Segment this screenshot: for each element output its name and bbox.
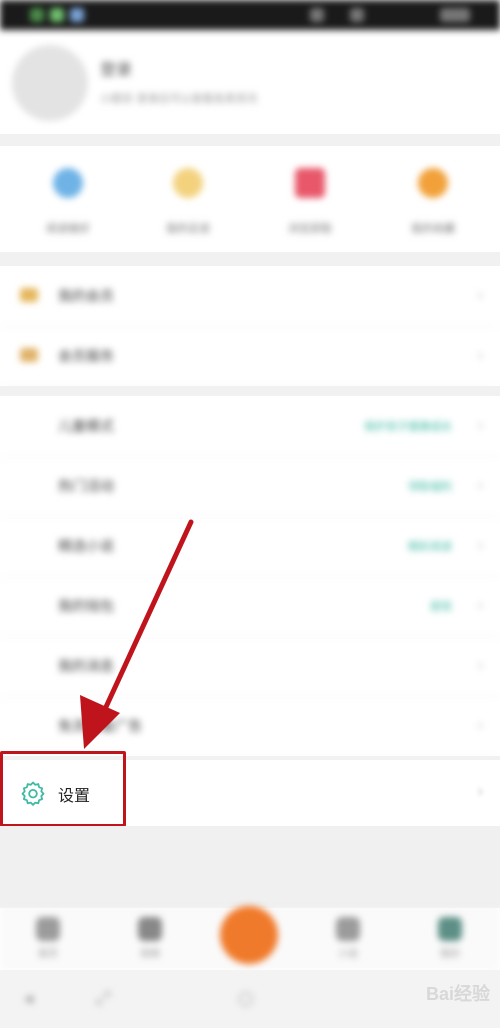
profile-name[interactable]: 登录 — [100, 56, 160, 79]
water-drop-icon — [53, 168, 83, 198]
signal-icon — [310, 8, 324, 22]
chevron-right-icon: › — [476, 715, 484, 736]
menu-row-membership[interactable]: 我的会员 › — [0, 266, 500, 327]
menu-row-events[interactable]: 热门活动 领取福利 › — [0, 456, 500, 517]
home-icon — [36, 917, 60, 941]
notification-icon — [30, 8, 44, 22]
section-divider — [0, 386, 500, 396]
quick-action-history[interactable]: 我的足迹 — [138, 160, 238, 240]
card-icon — [20, 348, 38, 362]
book-icon — [336, 917, 360, 941]
quick-action-browse[interactable]: 浏览获取 — [260, 160, 360, 240]
quick-action-favorites[interactable]: 我的收藏 — [383, 160, 483, 240]
video-icon — [138, 917, 162, 941]
folder-icon — [295, 168, 325, 198]
quick-actions: 阅读做好 我的足迹 浏览获取 我的收藏 — [0, 146, 500, 252]
clock-icon — [173, 168, 203, 198]
chevron-right-icon: › — [476, 475, 484, 496]
tab-video[interactable]: 视频 — [120, 917, 180, 960]
menu-row-kids-mode[interactable]: 儿童模式 保护孩子健康成长 › — [0, 396, 500, 457]
center-action-button[interactable] — [220, 906, 278, 964]
chevron-right-icon: › — [476, 595, 484, 616]
empty-area — [0, 826, 500, 908]
status-bar — [0, 0, 500, 30]
menu-row-member-service[interactable]: 会员服务 › — [0, 326, 500, 387]
profile-icon — [438, 917, 462, 941]
back-icon[interactable]: ◂ — [24, 988, 33, 1009]
notification-icon — [70, 8, 84, 22]
tab-novel[interactable]: 小说 — [318, 917, 378, 960]
avatar[interactable] — [12, 45, 88, 121]
tab-mine[interactable]: 我的 — [420, 917, 480, 960]
tab-home[interactable]: 首页 — [18, 917, 78, 960]
notification-icon — [50, 8, 64, 22]
home-button-icon[interactable]: ○ — [238, 988, 254, 1009]
chevron-right-icon: › — [476, 415, 484, 436]
quick-action-reading[interactable]: 阅读做好 — [18, 160, 118, 240]
chevron-right-icon: › — [476, 535, 484, 556]
chevron-right-icon: › — [476, 285, 484, 306]
chevron-right-icon: › — [476, 345, 484, 366]
crown-icon — [20, 288, 38, 302]
annotation-highlight-box — [0, 751, 126, 827]
section-divider — [0, 252, 500, 266]
chevron-right-icon: › — [476, 655, 484, 676]
profile-header[interactable]: 登录 小题目 登录后可以查看各类资讯 — [0, 30, 500, 134]
section-divider — [0, 134, 500, 146]
profile-subtitle: 小题目 登录后可以查看各类资讯 — [100, 92, 258, 105]
wifi-icon — [350, 8, 364, 22]
watermark: Bai经验 — [425, 984, 490, 1004]
recent-apps-icon[interactable]: ⤢ — [96, 988, 110, 1009]
chevron-right-icon: › — [476, 781, 484, 802]
star-icon — [418, 168, 448, 198]
battery-icon — [440, 8, 470, 22]
annotation-arrow — [80, 519, 194, 749]
